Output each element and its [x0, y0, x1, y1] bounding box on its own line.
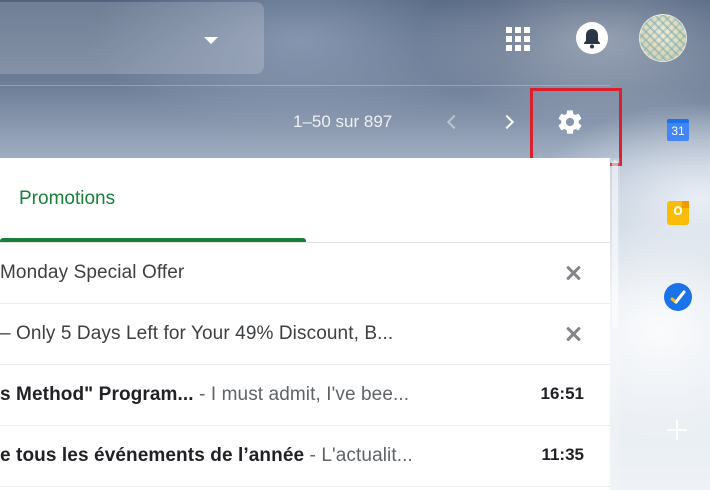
- tab-label: Promotions: [19, 188, 116, 209]
- caret-down-icon[interactable]: [204, 37, 218, 44]
- tasks-icon[interactable]: [664, 283, 692, 311]
- email-row[interactable]: – Only 5 Days Left for Your 49% Discount…: [0, 304, 610, 365]
- apps-grid-icon[interactable]: [506, 27, 530, 51]
- header-divider: [0, 85, 610, 86]
- email-time: 16:51: [540, 384, 584, 403]
- email-time: 11:35: [541, 445, 584, 464]
- avatar[interactable]: [639, 14, 687, 62]
- email-subject: e tous les événements de l’année - L'act…: [0, 445, 413, 466]
- email-subject: – Only 5 Days Left for Your 49% Discount…: [0, 323, 394, 344]
- email-row[interactable]: Monday Special Offer: [0, 243, 610, 304]
- scrollbar-thumb[interactable]: [612, 160, 618, 328]
- email-row[interactable]: s Method" Program... - I must admit, I'v…: [0, 365, 610, 426]
- email-row[interactable]: e tous les événements de l’année - L'act…: [0, 426, 610, 487]
- close-icon[interactable]: [566, 266, 580, 280]
- email-snippet: - I must admit, I've bee...: [193, 384, 410, 405]
- bell-icon[interactable]: [576, 22, 608, 54]
- email-subject: Monday Special Offer: [0, 262, 185, 283]
- highlight-box: [530, 88, 622, 166]
- close-icon[interactable]: [566, 327, 580, 341]
- chevron-left-icon[interactable]: [446, 114, 462, 130]
- add-icon[interactable]: [667, 420, 687, 440]
- chevron-right-icon[interactable]: [499, 114, 515, 130]
- pagination-text: 1–50 sur 897: [293, 112, 393, 131]
- email-subject: s Method" Program... - I must admit, I'v…: [0, 384, 410, 405]
- keep-icon[interactable]: [667, 201, 689, 225]
- calendar-icon[interactable]: 31: [667, 119, 689, 141]
- search-box[interactable]: [0, 2, 264, 74]
- email-snippet: - L'actualit...: [304, 445, 413, 466]
- tab-promotions[interactable]: Promotions: [0, 158, 306, 242]
- email-panel: Promotions Monday Special Offer – Only 5…: [0, 158, 610, 490]
